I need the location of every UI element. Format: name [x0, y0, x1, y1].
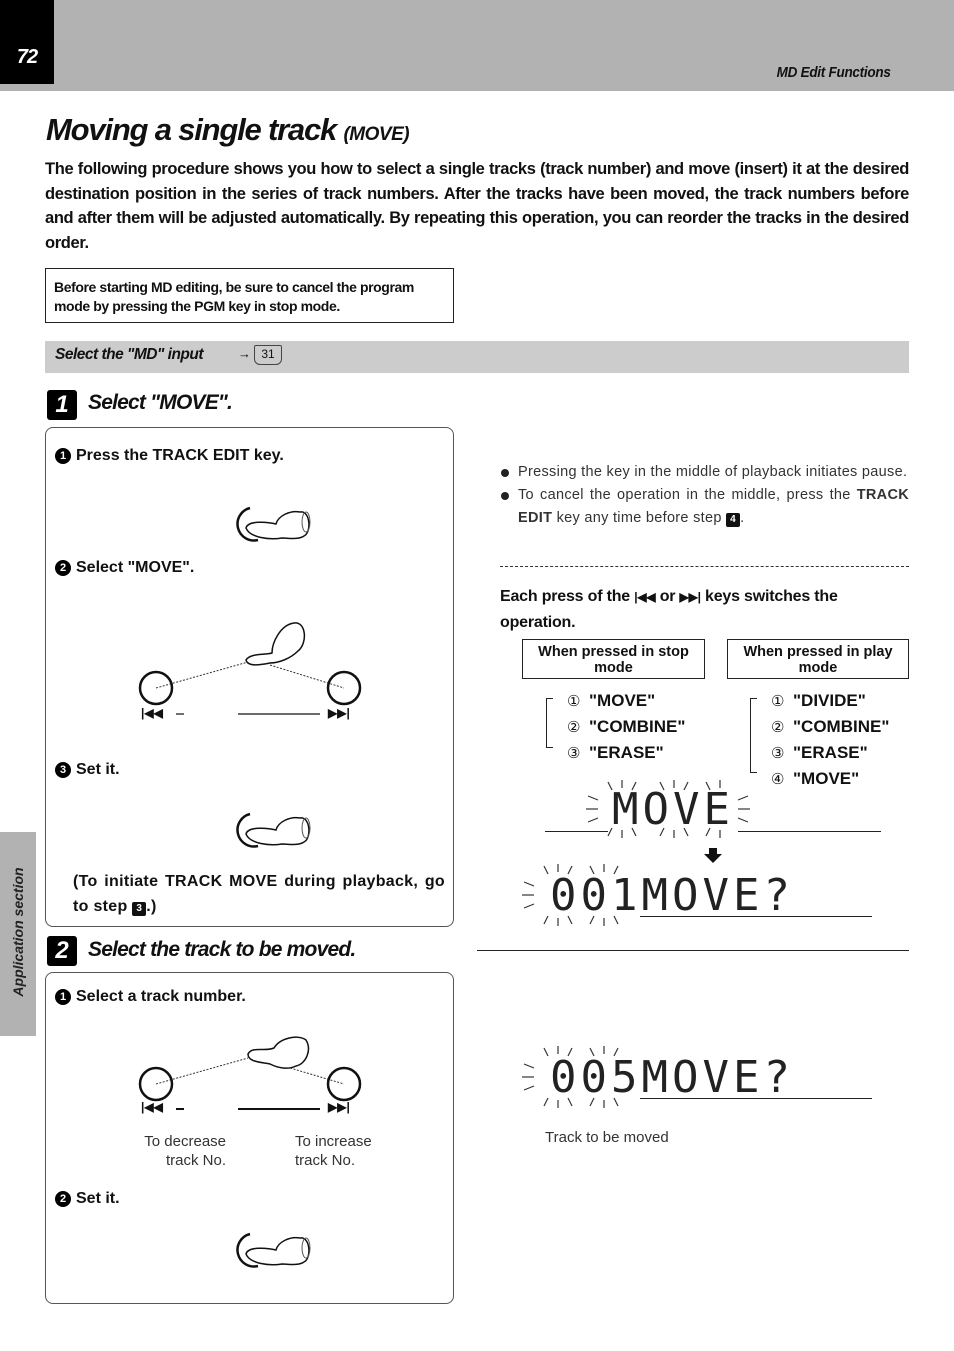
lcd-track-text: MOVE?: [641, 870, 794, 921]
circle-number-icon: 3: [55, 762, 71, 778]
substep-1-3: 3 Set it.: [55, 761, 120, 779]
input-label: Select the "MD" input: [55, 346, 204, 363]
page-number-block: [0, 0, 54, 84]
play-mode-label: When pressed in play mode: [727, 639, 909, 679]
mode-item: ② "COMBINE": [771, 717, 890, 736]
substep-text: Set it.: [76, 1190, 120, 1207]
lcd-track-text: MOVE?: [641, 1052, 794, 1103]
note-text: key any time before step: [552, 510, 727, 526]
side-tab-label: Application section: [10, 867, 26, 997]
circle-number-icon: 1: [55, 989, 71, 1005]
each-press-text: Each press of the |◀◀ or ▶▶| keys switch…: [500, 584, 909, 635]
mode-item: ③ "ERASE": [771, 743, 868, 762]
title-main: Moving a single track: [46, 112, 337, 147]
down-arrow-icon: [704, 848, 722, 863]
section-divider: [477, 950, 909, 951]
substep-text: Press the TRACK EDIT key.: [76, 447, 284, 464]
page-number: 72: [16, 46, 38, 68]
hand-press-icon: [236, 1232, 311, 1268]
book-reference-icon[interactable]: 31: [254, 345, 282, 365]
playback-note-end: .): [146, 898, 157, 915]
prev-key-icon: |◀◀: [634, 590, 656, 604]
section-title: MD Edit Functions: [777, 64, 891, 81]
prev-key-label: |◀◀: [141, 706, 163, 720]
note-item: To cancel the operation in the middle, p…: [500, 484, 909, 530]
decrease-label: To decrease track No.: [144, 1133, 226, 1169]
step-badge-2: 2: [47, 936, 77, 966]
step-1-heading: Select "MOVE".: [88, 391, 233, 414]
increase-label: To increase track No.: [295, 1133, 372, 1169]
playback-note-text: (To initiate TRACK MOVE during playback,…: [73, 873, 445, 915]
substep-2-1: 1 Select a track number.: [55, 988, 246, 1006]
note-text: .: [740, 510, 745, 526]
prev-key-label: |◀◀: [141, 1100, 163, 1114]
substep-1-2: 2 Select "MOVE".: [55, 559, 194, 577]
hand-press-icon: [236, 812, 311, 848]
cycle-bracket: [750, 698, 757, 773]
note-box: Before starting MD editing, be sure to c…: [45, 268, 454, 323]
mode-item: ① "DIVIDE": [771, 691, 866, 710]
step-2-heading: Select the track to be moved.: [88, 938, 356, 961]
circle-number-icon: 2: [55, 1191, 71, 1207]
mode-item: ③ "ERASE": [567, 743, 664, 762]
substep-1-1: 1 Press the TRACK EDIT key.: [55, 447, 284, 465]
page-title: Moving a single track (MOVE): [46, 112, 410, 148]
step-ref-badge: 3: [132, 902, 147, 916]
next-key-icon: ▶▶|: [679, 590, 701, 604]
substep-text: Select a track number.: [76, 988, 246, 1005]
track-to-be-moved-caption: Track to be moved: [545, 1129, 669, 1146]
next-key-label: ▶▶|: [328, 1100, 350, 1114]
next-key-label: ▶▶|: [328, 706, 350, 720]
mode-item: ① "MOVE": [567, 691, 656, 710]
arrow-icon: →: [238, 346, 251, 361]
substep-2-2: 2 Set it.: [55, 1190, 120, 1208]
note-text: To cancel the operation in the middle, p…: [518, 487, 857, 503]
note-item: Pressing the key in the middle of playba…: [500, 461, 909, 484]
intro-paragraph: The following procedure shows you how to…: [45, 160, 909, 252]
substep-text: Select "MOVE".: [76, 559, 195, 576]
title-sub: (MOVE): [343, 124, 410, 145]
step-badge-1: 1: [47, 390, 77, 420]
text: Each press of the: [500, 588, 635, 605]
cycle-bracket: [546, 698, 553, 748]
circle-number-icon: 1: [55, 448, 71, 464]
play-mode-list: ① "DIVIDE" ② "COMBINE" ③ "ERASE" ④ "MOVE": [771, 688, 889, 792]
stop-mode-list: ① "MOVE" ② "COMBINE" ③ "ERASE": [567, 688, 685, 766]
stop-mode-label: When pressed in stop mode: [522, 639, 705, 679]
circle-number-icon: 2: [55, 560, 71, 576]
notes-list: Pressing the key in the middle of playba…: [500, 461, 909, 530]
mode-item: ② "COMBINE": [567, 717, 686, 736]
hand-press-icon: [236, 506, 311, 542]
mode-item: ④ "MOVE": [771, 769, 860, 788]
dashed-divider: [500, 566, 909, 567]
playback-note: (To initiate TRACK MOVE during playback,…: [73, 869, 445, 919]
blink-rays-icon: [522, 1046, 619, 1108]
text: or: [655, 588, 680, 605]
substep-text: Set it.: [76, 761, 120, 778]
step-ref-badge: 4: [726, 513, 741, 527]
blink-rays-icon: [586, 780, 750, 838]
blink-rays-icon: [522, 864, 619, 926]
